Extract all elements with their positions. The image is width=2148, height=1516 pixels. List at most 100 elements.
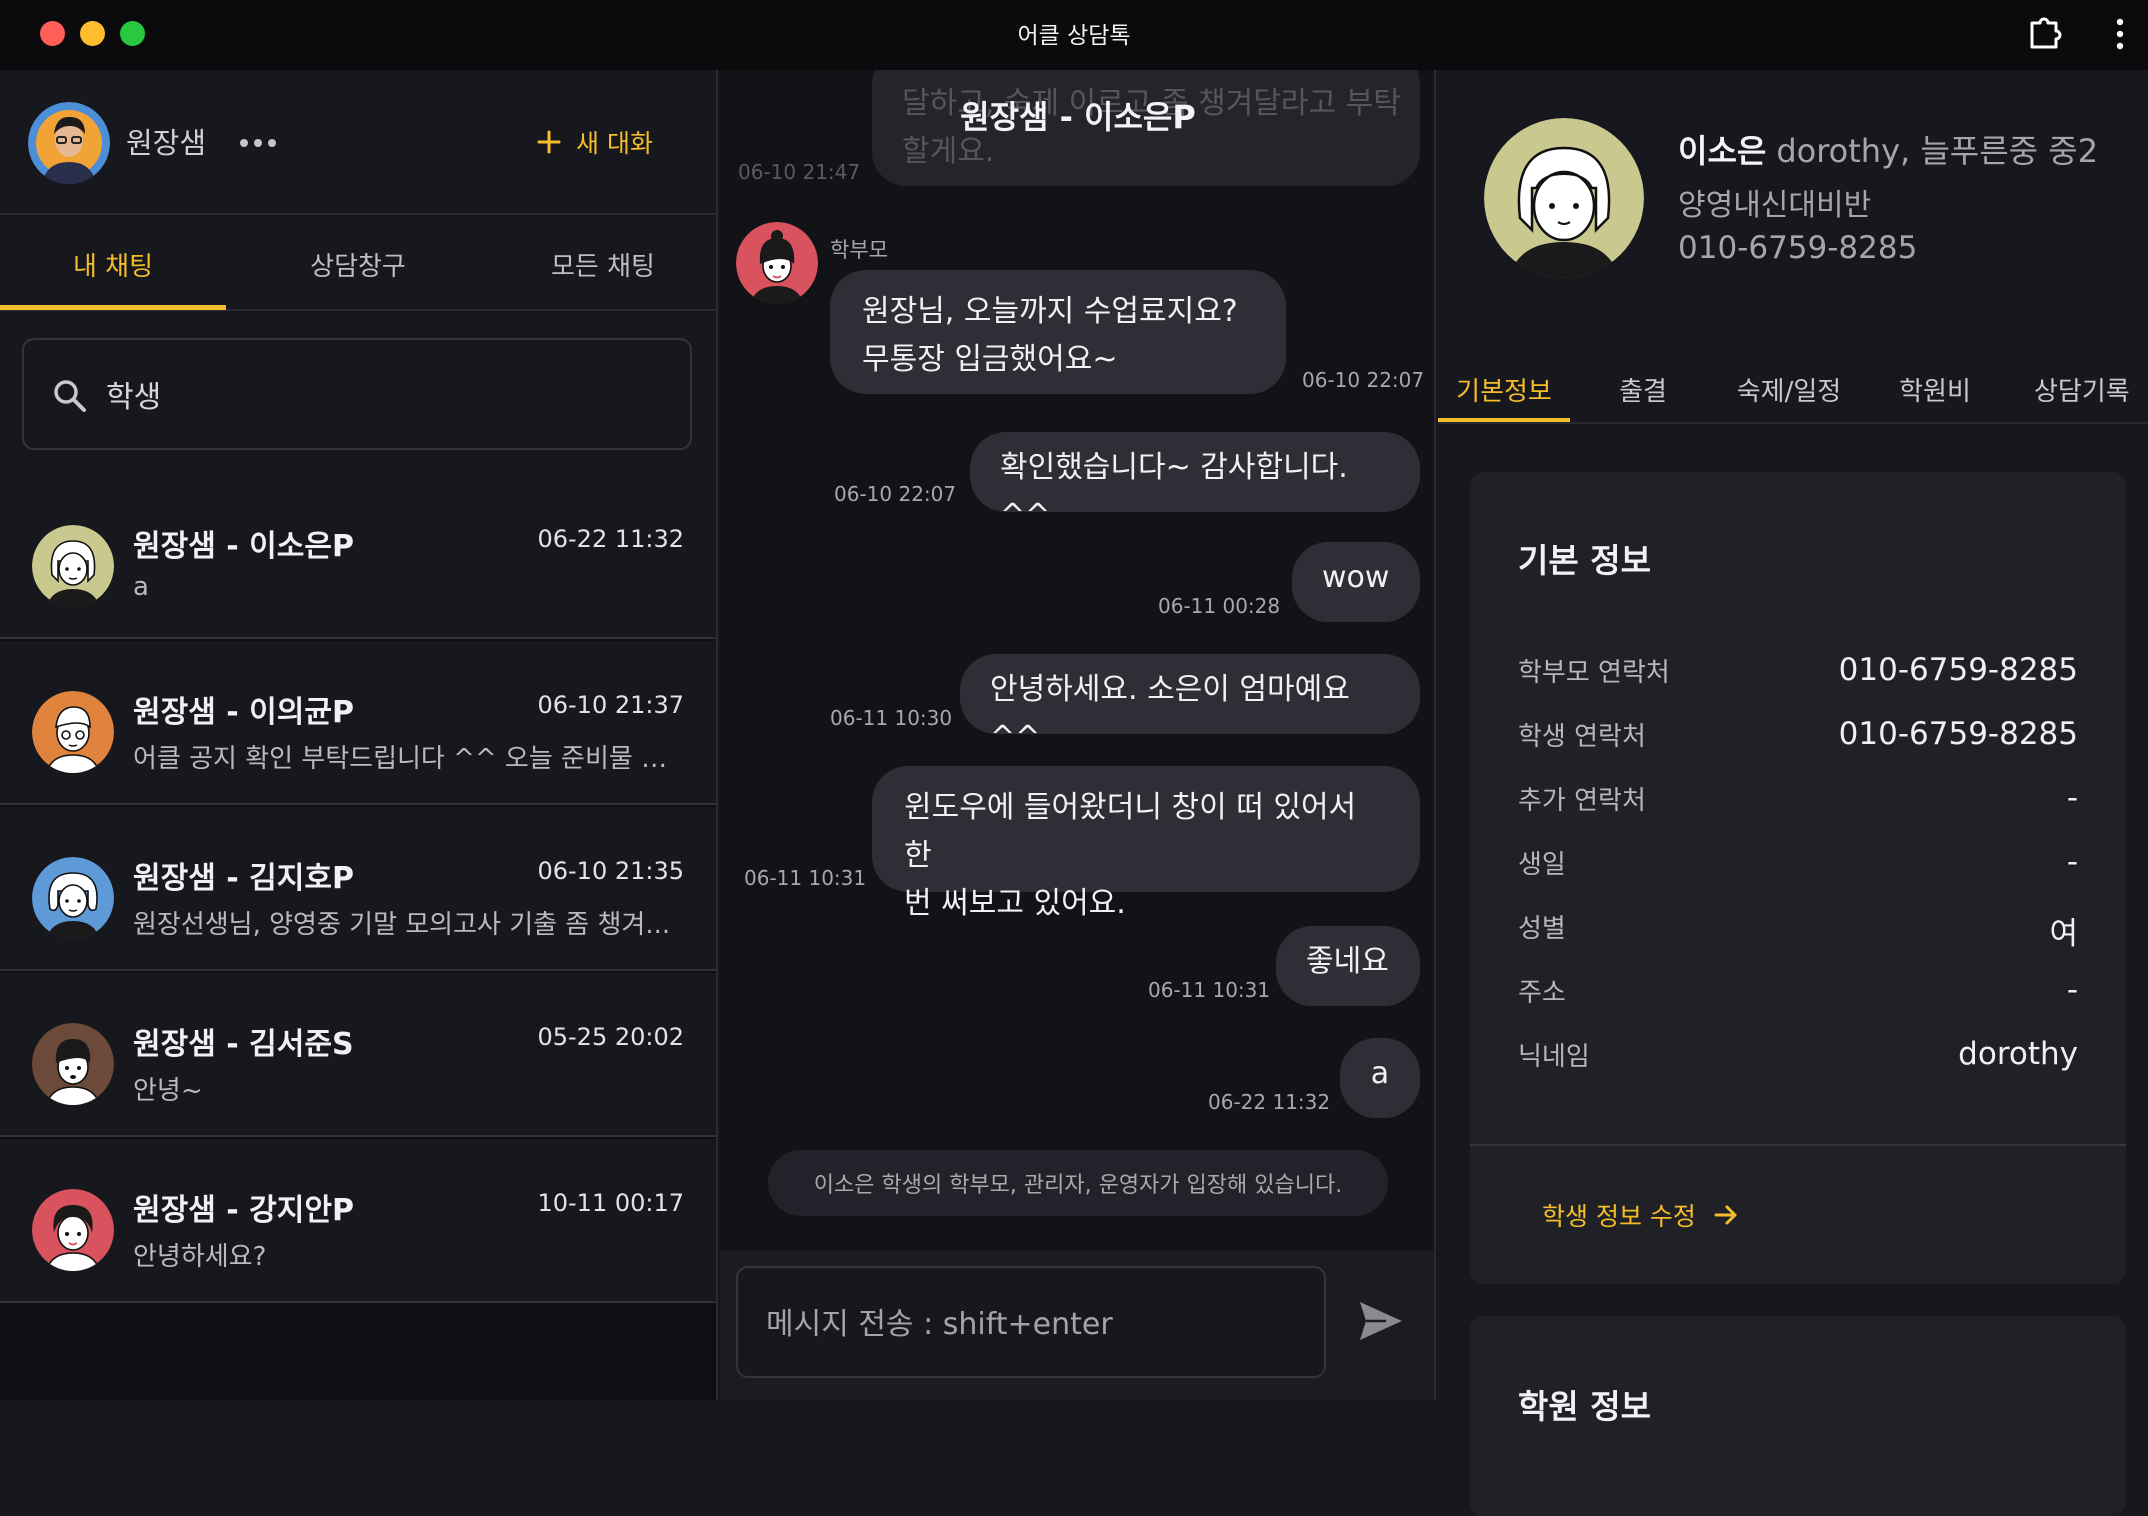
contact-avatar	[32, 1023, 114, 1105]
message-text: wow	[1322, 560, 1390, 595]
field-label: 추가 연락처	[1518, 786, 1646, 816]
profile-tabs: 기본정보 출결 숙제/일정 학원비 상담기록	[1438, 356, 2148, 424]
message-text: 좋네요	[1306, 944, 1389, 979]
chat-time: 06-10 21:37	[537, 691, 684, 719]
divider	[1470, 1144, 2126, 1146]
message-text: 안녕하세요. 소은이 엄마예요^^	[990, 672, 1350, 755]
chat-list-item[interactable]: 원장샘 - 김서준S 05-25 20:02 안녕~	[0, 973, 716, 1137]
message-bubble-outgoing: 안녕하세요. 소은이 엄마예요^^	[960, 654, 1420, 755]
field-label: 성별	[1518, 914, 1566, 944]
new-chat-button[interactable]: 새 대화	[536, 122, 653, 162]
message-time: 06-10 22:07	[834, 482, 957, 506]
message-input[interactable]	[764, 1294, 1304, 1354]
message-text: 원장님, 오늘까지 수업료지요? 무통장 입금했어요~	[862, 294, 1238, 377]
message-time: 06-11 10:30	[830, 706, 953, 730]
message-time: 06-11 10:31	[744, 866, 867, 890]
composer-bar	[720, 1250, 1434, 1400]
chat-list-item[interactable]: 원장샘 - 이소은P 06-22 11:32 a	[0, 475, 716, 639]
more-vertical-icon[interactable]	[2110, 14, 2130, 54]
message-time: 06-11 10:31	[1148, 978, 1271, 1002]
message-bubble-outgoing: a	[1340, 1038, 1420, 1118]
current-user-name: 원장샘	[126, 126, 207, 160]
message-text: 확인했습니다~ 감사합니다. ^^	[1000, 450, 1348, 533]
message-time: 06-22 11:32	[1208, 1090, 1331, 1114]
chat-time: 06-10 21:35	[537, 857, 684, 885]
chat-time: 05-25 20:02	[537, 1023, 684, 1051]
chat-filter-tabs: 내 채팅 상담창구 모든 채팅	[0, 217, 716, 311]
more-horizontal-icon[interactable]	[238, 136, 278, 150]
chat-title: 원장샘 - 김서준S	[133, 1027, 354, 1062]
profile-header: 이소은 dorothy, 늘푸른중 중2	[1678, 126, 2098, 172]
chat-title: 원장샘 - 김지호P	[133, 861, 354, 896]
chat-preview: 안녕~	[133, 1076, 203, 1106]
tab-all-chats[interactable]: 모든 채팅	[490, 217, 716, 311]
chat-preview: 원장선생님, 양영중 기말 모의고사 기출 좀 챙겨...	[133, 910, 671, 940]
contact-avatar	[32, 857, 114, 939]
sender-label: 학부모	[830, 238, 888, 262]
message-text: 윈도우에 들어왔더니 창이 떠 있어서 한 번 써보고 있어요.	[904, 790, 1357, 921]
extension-icon[interactable]	[2024, 13, 2064, 53]
field-value: 여	[2049, 916, 2078, 952]
active-tab-indicator	[0, 305, 226, 310]
chat-list: 원장샘 - 이소은P 06-22 11:32 a 원장샘 - 이의균P 06-1…	[0, 475, 716, 1400]
contact-avatar	[32, 525, 114, 607]
profile-panel: 이소은 dorothy, 늘푸른중 중2 양영내신대비반 010-6759-828…	[1438, 70, 2148, 1516]
chat-list-item[interactable]: 원장샘 - 이의균P 06-10 21:37 어클 공지 확인 부탁드립니다 ^…	[0, 641, 716, 805]
tab-consultation-records[interactable]: 상담기록	[2008, 356, 2148, 422]
conversation-title: 원장샘 - 이소은P	[960, 98, 1196, 136]
message-composer	[736, 1266, 1326, 1378]
window-title: 어클 상담톡	[1017, 23, 1131, 49]
current-user-header: 원장샘 새 대화	[0, 70, 716, 215]
tab-homework-schedule[interactable]: 숙제/일정	[1716, 356, 1862, 422]
user-avatar[interactable]	[28, 102, 110, 184]
arrow-right-icon	[1714, 1205, 1737, 1225]
card-title: 기본 정보	[1518, 541, 1651, 580]
profile-avatar	[1484, 118, 1644, 278]
search-input[interactable]	[104, 364, 664, 424]
field-label: 생일	[1518, 850, 1566, 880]
profile-subtitle: dorothy, 늘푸른중 중2	[1776, 132, 2099, 170]
card-title: 학원 정보	[1518, 1387, 1651, 1426]
profile-phone: 010-6759-8285	[1678, 230, 1918, 266]
tab-attendance[interactable]: 출결	[1570, 356, 1716, 422]
edit-student-info-label: 학생 정보 수정	[1542, 1202, 1696, 1231]
message-text: a	[1370, 1056, 1390, 1091]
message-bubble-outgoing: 좋네요	[1276, 926, 1420, 1006]
message-bubble-incoming: 원장님, 오늘까지 수업료지요? 무통장 입금했어요~	[830, 270, 1286, 394]
message-time: 06-11 00:28	[1158, 594, 1281, 618]
contact-avatar	[32, 691, 114, 773]
tab-tuition[interactable]: 학원비	[1862, 356, 2008, 422]
field-value: -	[2066, 972, 2078, 1008]
chat-list-item[interactable]: 원장샘 - 강지안P 10-11 00:17 안녕하세요?	[0, 1139, 716, 1303]
tab-basic-info[interactable]: 기본정보	[1438, 356, 1570, 422]
sender-avatar	[736, 222, 818, 304]
tab-my-chats[interactable]: 내 채팅	[0, 217, 226, 311]
chat-list-item[interactable]: 원장샘 - 김지호P 06-10 21:35 원장선생님, 양영중 기말 모의고…	[0, 807, 716, 971]
chat-title: 원장샘 - 이의균P	[133, 695, 354, 730]
field-label: 학부모 연락처	[1518, 658, 1670, 688]
message-time: 06-10 21:47	[738, 160, 861, 184]
conversation-panel: 달하고, 숙제 이르고 좀 챙겨달라고 부탁할게요. 06-10 21:47 원…	[720, 70, 1436, 1400]
field-value: -	[2066, 844, 2078, 880]
new-chat-label: 새 대화	[576, 129, 653, 158]
tab-consultation-desk[interactable]: 상담창구	[245, 217, 471, 311]
title-bar: 어클 상담톡	[0, 0, 2148, 70]
chat-search-box	[22, 338, 692, 450]
edit-student-info-button[interactable]: 학생 정보 수정	[1542, 1190, 1740, 1240]
chat-preview: 안녕하세요?	[133, 1242, 267, 1272]
active-tab-indicator	[1438, 418, 1570, 422]
field-label: 학생 연락처	[1518, 722, 1646, 752]
field-value: -	[2066, 780, 2078, 816]
chat-title: 원장샘 - 이소은P	[133, 529, 354, 564]
message-bubble-outgoing: 윈도우에 들어왔더니 창이 떠 있어서 한 번 써보고 있어요.	[872, 766, 1420, 921]
search-icon	[54, 380, 86, 412]
message-bubble-outgoing: wow	[1292, 542, 1420, 622]
chat-list-panel: 원장샘 새 대화 내 채팅 상담창구 모든 채팅 학생 원장샘 - 이소은P 0…	[0, 70, 718, 1400]
profile-class: 양영내신대비반	[1678, 188, 1872, 223]
send-icon[interactable]	[1356, 1296, 1406, 1346]
contact-avatar	[32, 1189, 114, 1271]
field-value: 010-6759-8285	[1838, 652, 2078, 688]
academy-info-card: 학원 정보	[1470, 1316, 2126, 1516]
field-label: 닉네임	[1518, 1042, 1590, 1072]
message-bubble-outgoing: 확인했습니다~ 감사합니다. ^^	[970, 432, 1420, 533]
